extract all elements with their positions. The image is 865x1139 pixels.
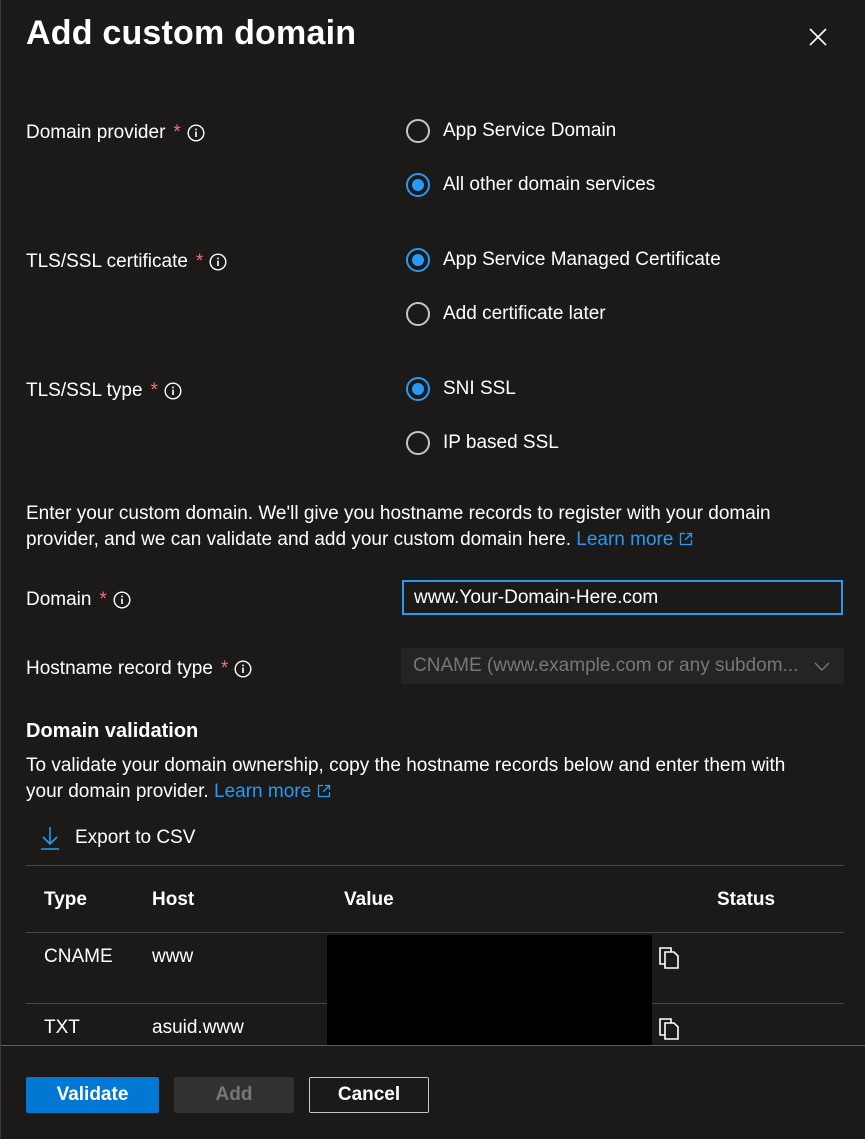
radio-button-checked[interactable] [406,173,430,197]
cancel-button[interactable]: Cancel [309,1077,429,1113]
required-marker: * [220,658,229,679]
radio-button[interactable] [406,119,430,143]
domain-label-text: Domain [26,589,92,610]
column-header-value: Value [344,889,394,910]
row-type-cell: TXT [44,1017,80,1038]
tls-certificate-label-text: TLS/SSL certificate [26,251,188,272]
learn-more-link[interactable]: Learn more [576,529,693,550]
radio-sni-ssl[interactable]: SNI SSL [406,377,516,401]
domain-label: Domain * [26,589,131,611]
intro-text: Enter your custom domain. We'll give you… [26,501,826,553]
radio-label: App Service Domain [443,120,617,141]
domain-validation-heading: Domain validation [26,720,199,742]
radio-button-checked[interactable] [406,377,430,401]
required-marker: * [150,380,158,401]
radio-all-other-domain-services[interactable]: All other domain services [406,173,655,197]
learn-more-label: Learn more [214,781,312,802]
copy-icon[interactable] [658,945,680,969]
radio-label: Add certificate later [443,303,606,324]
radio-label: IP based SSL [443,432,559,453]
export-to-csv-label: Export to CSV [75,827,196,848]
tls-type-label: TLS/SSL type * [26,380,182,402]
radio-button[interactable] [406,431,430,455]
row-host-cell: www [152,946,194,967]
radio-button[interactable] [406,302,430,326]
required-marker: * [173,122,181,143]
external-link-icon [317,784,331,798]
info-icon[interactable] [234,660,252,678]
hostname-record-type-label: Hostname record type * [26,658,252,680]
radio-app-service-domain[interactable]: App Service Domain [406,119,616,143]
learn-more-label: Learn more [576,529,674,550]
table-divider [26,865,844,866]
radio-button-checked[interactable] [406,248,430,272]
radio-label: SNI SSL [443,378,516,399]
domain-input[interactable] [402,580,843,615]
external-link-icon [679,532,693,546]
hostname-record-type-label-text: Hostname record type [26,658,213,679]
column-header-status: Status [717,889,776,910]
add-button: Add [174,1077,294,1113]
learn-more-link[interactable]: Learn more [214,781,331,802]
row-host-cell: asuid.www [152,1017,244,1038]
validation-text: To validate your domain ownership, copy … [26,753,826,805]
radio-label: App Service Managed Certificate [443,249,721,270]
add-custom-domain-panel: Add custom domain Domain provider * App S… [0,0,865,1139]
export-to-csv-button[interactable]: Export to CSV [39,826,195,850]
radio-ip-based-ssl[interactable]: IP based SSL [406,431,559,455]
column-header-host: Host [152,889,195,910]
footer-action-bar: Validate Add Cancel [1,1045,865,1139]
domain-provider-label: Domain provider * [26,122,205,144]
info-icon[interactable] [113,591,131,609]
radio-app-service-managed-certificate[interactable]: App Service Managed Certificate [406,248,721,272]
domain-provider-label-text: Domain provider [26,122,166,143]
info-icon[interactable] [209,253,227,271]
validate-button[interactable]: Validate [26,1077,159,1113]
chevron-down-icon [812,656,832,676]
download-icon [39,826,61,850]
radio-label: All other domain services [443,174,656,195]
table-divider [26,932,844,933]
column-header-type: Type [44,889,87,910]
required-marker: * [195,251,204,272]
panel-title: Add custom domain [26,14,357,52]
hostname-record-type-value: CNAME (www.example.com or any subdom... [413,655,799,676]
info-icon[interactable] [164,382,182,400]
hostname-record-type-select: CNAME (www.example.com or any subdom... [401,648,844,684]
required-marker: * [99,589,107,610]
validation-text-body: To validate your domain ownership, copy … [26,755,786,802]
copy-icon[interactable] [658,1016,680,1040]
close-icon[interactable] [806,25,830,49]
tls-type-label-text: TLS/SSL type [26,380,143,401]
redacted-value-block [327,935,652,1045]
info-icon[interactable] [187,124,205,142]
row-type-cell: CNAME [44,946,113,967]
radio-add-certificate-later[interactable]: Add certificate later [406,302,606,326]
tls-certificate-label: TLS/SSL certificate * [26,251,227,273]
